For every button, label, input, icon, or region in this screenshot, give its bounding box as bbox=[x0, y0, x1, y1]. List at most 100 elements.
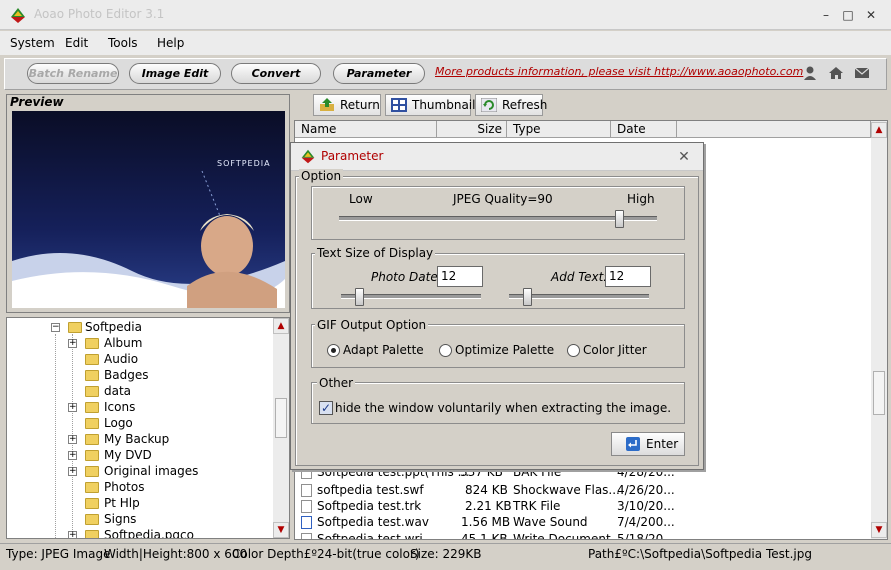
tree-item-badges[interactable]: Badges bbox=[7, 368, 273, 384]
file-row[interactable]: Softpedia test.trk 2.21 KB TRK File 3/10… bbox=[295, 498, 871, 514]
promo-link[interactable]: More products information, please visit … bbox=[435, 65, 803, 78]
status-size: Size: 229KB bbox=[410, 547, 482, 561]
tree-item-album[interactable]: + Album bbox=[7, 336, 273, 352]
column-header-date[interactable]: Date bbox=[611, 121, 677, 138]
scroll-thumb[interactable] bbox=[275, 398, 287, 438]
tree-item-my-backup[interactable]: + My Backup bbox=[7, 432, 273, 448]
minimize-button[interactable]: – bbox=[816, 6, 836, 24]
close-button[interactable]: ✕ bbox=[861, 6, 881, 24]
status-color-depth: Color Depth£º24-bit(true color) bbox=[232, 547, 420, 561]
menu-edit[interactable]: Edit bbox=[65, 36, 88, 50]
adapt-palette-label[interactable]: Adapt Palette bbox=[343, 343, 424, 357]
expand-icon[interactable]: + bbox=[68, 531, 77, 538]
tree-item-label: Pt Hlp bbox=[104, 496, 140, 510]
scroll-down-icon[interactable]: ▼ bbox=[871, 522, 887, 538]
title-bar: Aoao Photo Editor 3.1 – □ ✕ bbox=[0, 0, 891, 30]
tree-item-label: Photos bbox=[104, 480, 145, 494]
jpeg-quality-track[interactable] bbox=[339, 216, 657, 221]
tree-item-icons[interactable]: + Icons bbox=[7, 400, 273, 416]
file-list-scrollbar[interactable]: ▲ ▼ bbox=[871, 121, 887, 539]
menu-tools[interactable]: Tools bbox=[108, 36, 138, 50]
jpeg-quality-slider-thumb[interactable] bbox=[615, 210, 624, 228]
file-date: 3/10/20... bbox=[617, 499, 675, 513]
thumbnails-label: Thumbnails bbox=[412, 98, 482, 112]
tree-item-signs[interactable]: Signs bbox=[7, 512, 273, 528]
scroll-up-icon[interactable]: ▲ bbox=[273, 318, 289, 334]
dialog-title-bar: Parameter ✕ bbox=[291, 143, 703, 171]
file-type: TRK File bbox=[513, 499, 561, 513]
app-logo-icon bbox=[11, 8, 25, 23]
file-row[interactable]: Softpedia test.wav 1.56 MB Wave Sound 7/… bbox=[295, 514, 871, 530]
hide-window-label[interactable]: hide the window voluntarily when extract… bbox=[335, 401, 671, 415]
parameter-button[interactable]: Parameter bbox=[333, 63, 425, 84]
tree-scrollbar[interactable]: ▲ ▼ bbox=[273, 318, 289, 538]
folder-icon bbox=[85, 466, 99, 477]
color-jitter-label[interactable]: Color Jitter bbox=[583, 343, 647, 357]
return-button[interactable]: Return bbox=[313, 94, 381, 116]
file-row[interactable]: softpedia test.swf 824 KB Shockwave Flas… bbox=[295, 482, 871, 498]
status-bar: Type: JPEG Image Width|Height:800 x 600 … bbox=[0, 543, 891, 570]
parameter-dialog: Parameter ✕ Option Low JPEG Quality=90 H… bbox=[290, 142, 704, 470]
file-row[interactable]: Softpedia test.wri 45.1 KB Write Documen… bbox=[295, 531, 871, 539]
file-size: 1.56 MB bbox=[461, 515, 511, 529]
menu-help[interactable]: Help bbox=[157, 36, 184, 50]
scroll-up-icon[interactable]: ▲ bbox=[871, 122, 887, 138]
scroll-down-icon[interactable]: ▼ bbox=[273, 522, 289, 538]
tree-item-softpedia[interactable]: − Softpedia bbox=[7, 320, 273, 336]
tree-item-data[interactable]: data bbox=[7, 384, 273, 400]
file-icon bbox=[301, 533, 312, 539]
text-size-label: Text Size of Display bbox=[315, 246, 436, 260]
tree-item-photos[interactable]: Photos bbox=[7, 480, 273, 496]
column-header-type[interactable]: Type bbox=[507, 121, 611, 138]
add-text-input[interactable]: 12 bbox=[605, 266, 651, 287]
maximize-button[interactable]: □ bbox=[838, 6, 858, 24]
tree-item-softpedia-pgco[interactable]: + Softpedia.pgco bbox=[7, 528, 273, 538]
dialog-close-icon[interactable]: ✕ bbox=[675, 148, 693, 166]
expand-icon[interactable]: + bbox=[68, 467, 77, 476]
refresh-button[interactable]: Refresh bbox=[475, 94, 547, 116]
enter-button[interactable]: Enter bbox=[611, 432, 685, 456]
preview-label: Preview bbox=[10, 95, 64, 109]
menu-system[interactable]: System bbox=[10, 36, 55, 50]
tree-item-audio[interactable]: Audio bbox=[7, 352, 273, 368]
convert-button[interactable]: Convert bbox=[231, 63, 321, 84]
image-edit-button[interactable]: Image Edit bbox=[129, 63, 221, 84]
batch-rename-button[interactable]: Batch Rename bbox=[27, 63, 119, 84]
expand-icon[interactable]: + bbox=[68, 403, 77, 412]
refresh-icon bbox=[481, 98, 497, 112]
optimize-palette-radio[interactable] bbox=[439, 344, 452, 357]
expand-icon[interactable]: + bbox=[68, 435, 77, 444]
tree-item-pt-hlp[interactable]: Pt Hlp bbox=[7, 496, 273, 512]
collapse-icon[interactable]: − bbox=[51, 323, 60, 332]
column-header-name[interactable]: Name bbox=[295, 121, 437, 138]
adapt-palette-radio[interactable] bbox=[327, 344, 340, 357]
photo-date-input[interactable]: 12 bbox=[437, 266, 483, 287]
folder-icon bbox=[85, 450, 99, 461]
tree-item-my-dvd[interactable]: + My DVD bbox=[7, 448, 273, 464]
add-text-slider-thumb[interactable] bbox=[523, 288, 532, 306]
file-icon bbox=[301, 500, 312, 513]
mail-icon[interactable] bbox=[854, 65, 870, 81]
return-arrow-icon bbox=[320, 98, 334, 111]
tree-item-original-images[interactable]: + Original images bbox=[7, 464, 273, 480]
audio-file-icon bbox=[301, 516, 312, 529]
preview-photo bbox=[12, 111, 285, 308]
tree-item-label: Album bbox=[104, 336, 143, 350]
scroll-thumb[interactable] bbox=[873, 371, 885, 415]
folder-tree: − Softpedia + Album Audio Badges data + … bbox=[6, 317, 290, 539]
user-icon[interactable] bbox=[802, 65, 818, 81]
tree-item-label: data bbox=[104, 384, 132, 398]
tree-item-logo[interactable]: Logo bbox=[7, 416, 273, 432]
expand-icon[interactable]: + bbox=[68, 451, 77, 460]
color-jitter-radio[interactable] bbox=[567, 344, 580, 357]
option-group-label: Option bbox=[299, 169, 344, 183]
column-header-size[interactable]: Size bbox=[437, 121, 507, 138]
hide-window-checkbox[interactable]: ✓ bbox=[319, 401, 333, 415]
refresh-label: Refresh bbox=[502, 98, 548, 112]
expand-icon[interactable]: + bbox=[68, 339, 77, 348]
photo-date-slider-thumb[interactable] bbox=[355, 288, 364, 306]
optimize-palette-label[interactable]: Optimize Palette bbox=[455, 343, 554, 357]
file-type: Wave Sound bbox=[513, 515, 588, 529]
home-icon[interactable] bbox=[828, 65, 844, 81]
thumbnails-button[interactable]: Thumbnails bbox=[385, 94, 482, 116]
